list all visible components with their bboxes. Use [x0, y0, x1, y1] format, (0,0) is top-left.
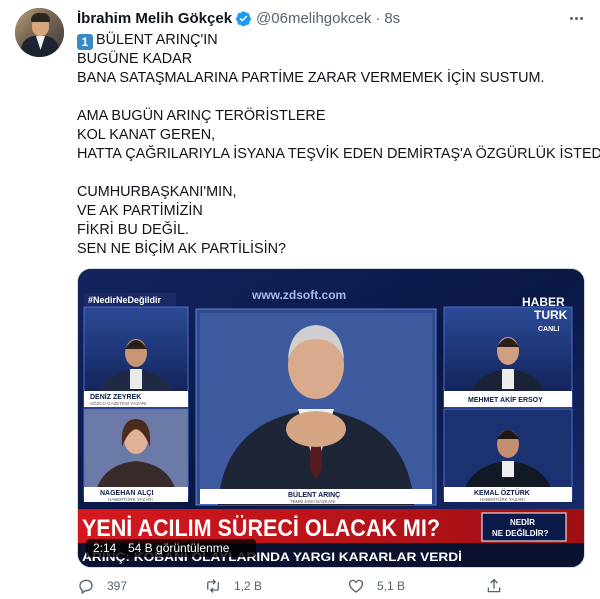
tweet-header: İbrahim Melih Gökçek @06melihgokcek · 8s [77, 8, 400, 28]
retweet-icon [207, 579, 219, 593]
retweet-button[interactable]: 1,2 B [204, 577, 262, 595]
guest-name-2: MEHMET AKİF ERSOY [468, 396, 543, 404]
tweet-text: 1 BÜLENT ARINÇ'IN BUGÜNE KADAR BANA SATAŞMA… [77, 31, 600, 259]
guest-name-1: DENİZ ZEYREK [90, 393, 141, 401]
tweet-text-line: FİKRİ BU DEĞİL. [77, 221, 592, 240]
tweet-text-line-content: HATTA ÇAĞRILARIYLA İSYANA TEŞVİK EDEN DE… [77, 146, 600, 162]
video-info-overlay: 2:14 54 B görüntülenme [86, 539, 256, 557]
author-handle[interactable]: @06melihgokcek [256, 10, 371, 27]
avatar-hair [31, 13, 50, 22]
like-button[interactable]: 5,1 B [347, 577, 405, 595]
tweet[interactable]: İbrahim Melih Gökçek @06melihgokcek · 8s… [0, 0, 600, 599]
like-count: 5,1 B [377, 579, 406, 593]
guest-role-5: HABERTÜRK YAZARI [480, 496, 525, 502]
tweet-text-line: SEN NE BİÇİM AK PARTİLİSİN? [77, 240, 592, 259]
video-player[interactable]: #NedirNeDeğildir www.zdsoft.com HABER TU… [77, 268, 585, 568]
tweet-text-line: 1 BÜLENT ARINÇ'IN [77, 31, 592, 50]
share-button[interactable] [485, 577, 503, 595]
guest-name-5: KEMAL ÖZTÜRK [474, 488, 530, 497]
video-frame[interactable]: #NedirNeDeğildir www.zdsoft.com HABER TU… [78, 269, 585, 568]
header-separator: · [375, 9, 381, 27]
guest-caption-4: BÜLENT ARINÇ TBMM ESKİ BAŞKANI [200, 489, 432, 504]
tweet-text-line-content: SEN NE BİÇİM AK PARTİLİSİN? [77, 241, 286, 257]
tweet-text-line-content: BANA SATAŞMALARINA PARTİME ZARAR VERMEME… [77, 70, 545, 86]
tweet-text-line-content: VE AK PARTİMİZİN [77, 203, 203, 219]
hashtag-text: #NedirNeDeğildir [88, 295, 162, 305]
tweet-text-line-content: FİKRİ BU DEĞİL. [77, 222, 189, 238]
guest-role-1: SÖZCÜ GAZETESİ YAZARI [90, 400, 146, 406]
reply-count: 397 [107, 579, 128, 593]
video-views: 54 B görüntülenme [128, 541, 230, 555]
more-options-icon[interactable] [565, 10, 587, 26]
share-icon [487, 578, 501, 593]
tweet-text-line: BUGÜNE KADAR [77, 50, 592, 69]
heart-icon [348, 579, 364, 593]
tweet-text-line-content: BUGÜNE KADAR [77, 51, 193, 67]
tweet-text-line: BANA SATAŞMALARINA PARTİME ZARAR VERMEME… [77, 69, 592, 88]
website-watermark: www.zdsoft.com [251, 288, 346, 302]
avatar[interactable] [15, 8, 64, 57]
reply-icon [79, 579, 93, 595]
show-name-line-2: NE DEĞİLDİR? [492, 529, 549, 538]
reply-button[interactable]: 397 [77, 577, 127, 595]
guest-caption-2: MEHMET AKİF ERSOY [444, 391, 572, 407]
retweet-count: 1,2 B [234, 579, 263, 593]
guest-name-3: NAGEHAN ALÇI [100, 490, 153, 497]
verified-badge-icon [236, 10, 251, 26]
tweet-timestamp[interactable]: 8s [384, 10, 400, 27]
video-duration: 2:14 [93, 541, 117, 555]
tweet-text-line: VE AK PARTİMİZİN [77, 202, 592, 221]
hashtag-label: #NedirNeDeğildir [84, 293, 176, 306]
guest-caption-5: KEMAL ÖZTÜRK HABERTÜRK YAZARI [444, 487, 572, 502]
tweet-text-line-content: CUMHURBAŞKANI'MIN, [77, 184, 237, 200]
guest-caption-1: DENİZ ZEYREK SÖZCÜ GAZETESİ YAZARI [84, 391, 188, 407]
author-name[interactable]: İbrahim Melih Gökçek [77, 10, 232, 27]
headline-text: YENİ ACILIM SÜRECİ OLACAK MI? [82, 515, 440, 542]
tweet-text-line-content: AMA BUGÜN ARINÇ TERÖRİSTLERE [77, 108, 326, 124]
keycap-one-icon: 1 [77, 34, 93, 50]
tweet-text-line: CUMHURBAŞKANI'MIN, [77, 183, 592, 202]
tweet-text-line: AMA BUGÜN ARINÇ TERÖRİSTLERE [77, 107, 592, 126]
channel-logo-bottom: TURK [534, 308, 568, 322]
tweet-text-line-content: KOL KANAT GEREN, [77, 127, 216, 143]
live-label: CANLI [538, 326, 559, 333]
tweet-actions: 397 1,2 B 5,1 B [77, 577, 592, 599]
headline-bar: YENİ ACILIM SÜRECİ OLACAK MI? NEDİR NE D… [78, 509, 584, 543]
tweet-text-line-content: BÜLENT ARINÇ'IN [96, 32, 218, 48]
guest-role-3: HABERTÜRK YAZARI [108, 496, 153, 502]
tweet-text-line: KOL KANAT GEREN, [77, 126, 592, 145]
channel-logo-top: HABER [522, 295, 565, 309]
show-name-line-1: NEDİR [510, 518, 535, 527]
guest-role-4: TBMM ESKİ BAŞKANI [290, 498, 336, 504]
guest-name-4: BÜLENT ARINÇ [288, 490, 340, 499]
tweet-text-line: HATTA ÇAĞRILARIYLA İSYANA TEŞVİK EDEN DE… [77, 145, 600, 164]
guest-caption-3: NAGEHAN ALÇI HABERTÜRK YAZARI [84, 487, 188, 502]
